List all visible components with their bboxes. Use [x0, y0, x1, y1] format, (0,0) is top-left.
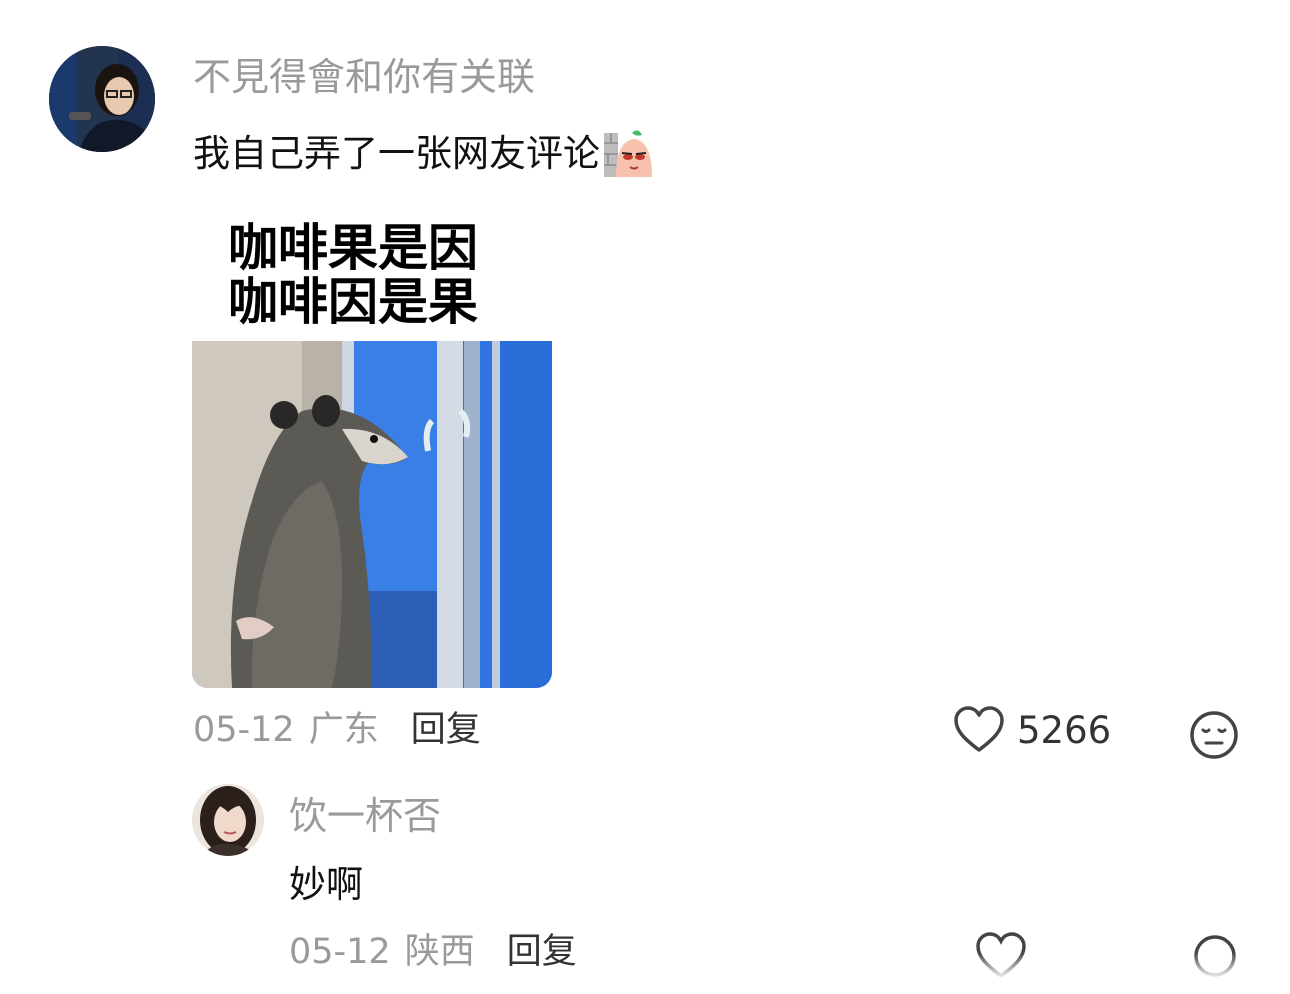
meme-photo[interactable]	[192, 341, 552, 688]
commenter-username[interactable]: 不見得會和你有关联	[193, 58, 535, 96]
reply-like-icon[interactable]	[975, 930, 1027, 980]
replier-username[interactable]: 饮一杯否	[289, 797, 441, 835]
reply-date: 05-12	[289, 932, 391, 972]
reply-meta: 05-12 陕西 回复	[289, 935, 577, 970]
comment-date: 05-12	[193, 710, 295, 750]
comment-text-row: 我自己弄了一张网友评论	[193, 127, 654, 179]
comment-reply-button[interactable]: 回复	[411, 713, 481, 748]
reply-text: 妙啊	[289, 863, 363, 906]
comment-location: 广东	[308, 710, 379, 750]
comment-meta: 05-12 广东 回复	[193, 713, 481, 748]
reply-reply-button[interactable]: 回复	[507, 935, 577, 970]
meme-caption: 咖啡果是因 咖啡因是果	[228, 221, 528, 329]
like-button[interactable]: 5266	[953, 706, 1111, 754]
comment-text: 我自己弄了一张网友评论	[193, 131, 600, 175]
meme-caption-line1: 咖啡果是因	[228, 219, 478, 277]
reply-location: 陕西	[404, 932, 475, 972]
meme-caption-line2: 咖啡因是果	[228, 273, 478, 331]
peeking-sticker-icon	[602, 127, 654, 179]
dislike-button[interactable]	[1188, 709, 1240, 761]
heart-icon[interactable]	[953, 706, 1005, 754]
commenter-avatar[interactable]	[49, 46, 155, 152]
neutral-face-icon[interactable]	[1188, 709, 1240, 761]
reply-neutral-face-icon[interactable]	[1193, 930, 1237, 980]
replier-avatar[interactable]	[192, 784, 264, 856]
like-count: 5266	[1017, 708, 1112, 752]
